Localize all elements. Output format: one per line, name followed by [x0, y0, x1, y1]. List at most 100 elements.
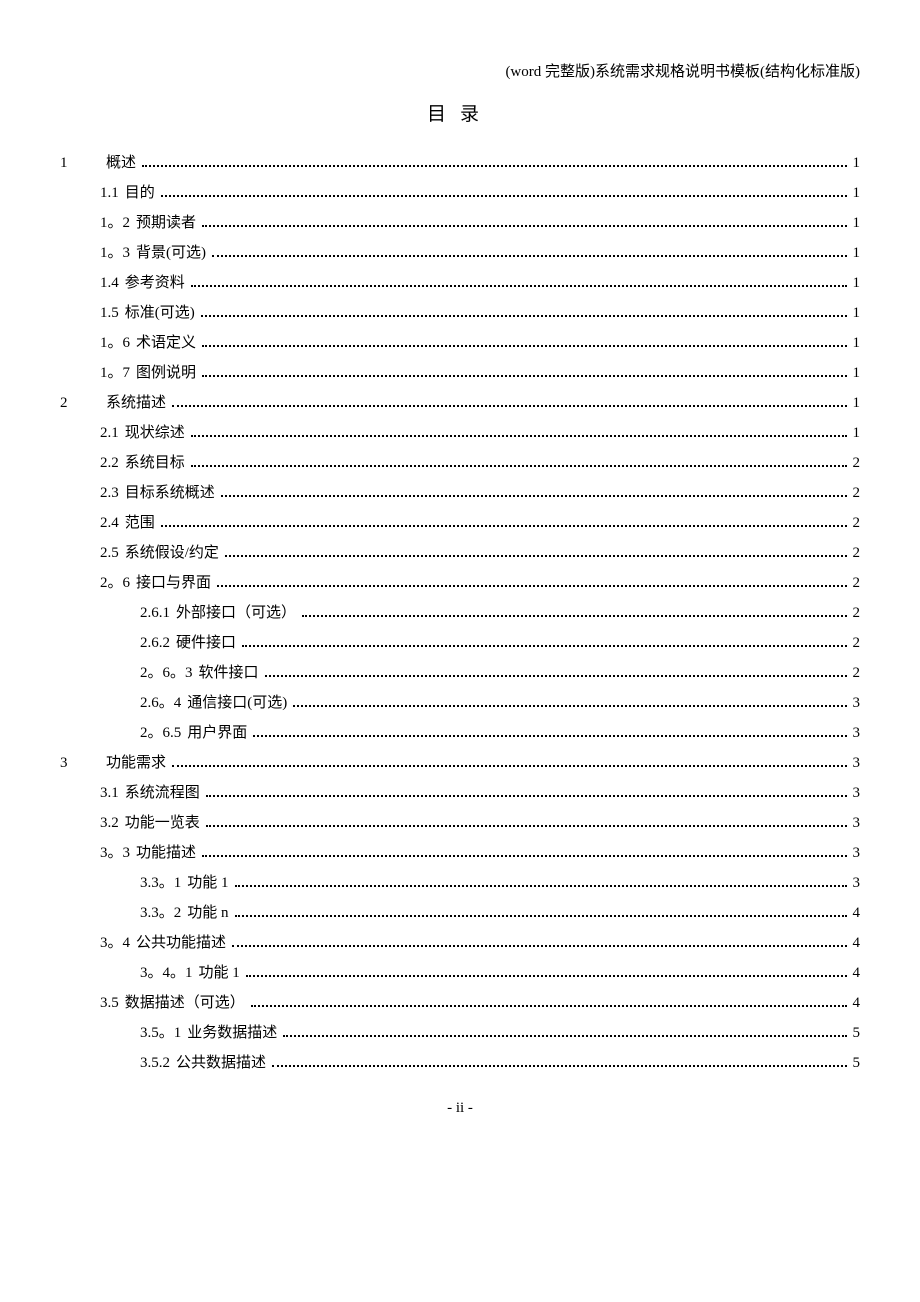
toc-entry-number: 3.1	[100, 778, 119, 808]
toc-entry-number: 2。6。3	[140, 658, 193, 688]
toc-entry-number: 2.5	[100, 538, 119, 568]
toc-entry-page: 1	[853, 298, 861, 328]
toc-entry-number: 2.3	[100, 478, 119, 508]
toc-entry[interactable]: 3.5。1业务数据描述5	[140, 1018, 860, 1048]
toc-leader-dots	[217, 573, 846, 587]
toc-entry-number: 3.2	[100, 808, 119, 838]
toc-entry-number: 3。4。1	[140, 958, 193, 988]
toc-entry-page: 5	[853, 1048, 861, 1078]
toc-entry[interactable]: 3.3。2功能 n4	[140, 898, 860, 928]
toc-entry-number: 1。3	[100, 238, 130, 268]
toc-entry[interactable]: 2.5系统假设/约定2	[100, 538, 860, 568]
toc-entry[interactable]: 3.3。1功能 13	[140, 868, 860, 898]
toc-leader-dots	[161, 183, 847, 197]
toc-entry[interactable]: 2.6.1外部接口（可选）2	[140, 598, 860, 628]
toc-entry-title: 预期读者	[136, 208, 196, 238]
toc-entry[interactable]: 2.3目标系统概述2	[100, 478, 860, 508]
toc-leader-dots	[142, 153, 846, 167]
toc-entry-page: 1	[853, 358, 861, 388]
toc-entry-number: 3.5.2	[140, 1048, 170, 1078]
toc-entry-page: 2	[853, 478, 861, 508]
toc-entry[interactable]: 2.2 系统目标 2	[100, 448, 860, 478]
toc-entry-number: 1	[60, 148, 100, 178]
toc-leader-dots	[191, 453, 847, 467]
toc-entry-page: 5	[853, 1018, 861, 1048]
toc-entry[interactable]: 1概述1	[60, 148, 860, 178]
toc-entry-page: 3	[853, 838, 861, 868]
toc-entry[interactable]: 2.1现状综述1	[100, 418, 860, 448]
toc-leader-dots	[235, 903, 847, 917]
toc-entry[interactable]: 3。4。1功能 1 4	[140, 958, 860, 988]
toc-entry-page: 3	[853, 868, 861, 898]
toc-entry[interactable]: 2。6.5用户界面3	[140, 718, 860, 748]
toc-leader-dots	[253, 723, 846, 737]
toc-entry[interactable]: 2。6接口与界面2	[100, 568, 860, 598]
toc-entry[interactable]: 1.5标准(可选)1	[100, 298, 860, 328]
toc-leader-dots	[202, 333, 846, 347]
toc-entry-title: 功能 n	[187, 898, 228, 928]
toc-entry[interactable]: 2。6。3软件接口2	[140, 658, 860, 688]
toc-entry-page: 1	[853, 148, 861, 178]
toc-entry-number: 2.2	[100, 448, 119, 478]
toc-entry[interactable]: 2系统描述1	[60, 388, 860, 418]
toc-entry[interactable]: 2.6.2硬件接口2	[140, 628, 860, 658]
toc-entry-number: 2.6.1	[140, 598, 170, 628]
toc-entry-page: 4	[853, 958, 861, 988]
toc-entry[interactable]: 1。6术语定义1	[100, 328, 860, 358]
toc-entry-page: 3	[853, 718, 861, 748]
toc-entry[interactable]: 1.4参考资料1	[100, 268, 860, 298]
toc-entry-title: 系统流程图	[125, 778, 200, 808]
toc-entry[interactable]: 3功能需求3	[60, 748, 860, 778]
toc-entry-title: 用户界面	[187, 718, 247, 748]
toc-entry-title: 业务数据描述	[187, 1018, 277, 1048]
toc-entry-number: 3	[60, 748, 100, 778]
toc-entry[interactable]: 3.2功能一览表3	[100, 808, 860, 838]
toc-entry[interactable]: 3.5.2公共数据描述5	[140, 1048, 860, 1078]
toc-entry-title: 软件接口	[199, 658, 259, 688]
toc-entry-title: 硬件接口	[176, 628, 236, 658]
toc-entry-number: 2。6	[100, 568, 130, 598]
toc-entry-number: 3。3	[100, 838, 130, 868]
toc-entry-title: 功能需求	[106, 748, 166, 778]
toc-leader-dots	[251, 993, 847, 1007]
document-header: (word 完整版)系统需求规格说明书模板(结构化标准版)	[60, 60, 860, 81]
toc-entry-title: 功能 1	[199, 958, 240, 988]
toc-entry-page: 3	[853, 808, 861, 838]
toc-leader-dots	[221, 483, 847, 497]
toc-entry-number: 2.6。4	[140, 688, 181, 718]
toc-leader-dots	[235, 873, 847, 887]
toc-entry[interactable]: 1。7图例说明1	[100, 358, 860, 388]
toc-entry[interactable]: 2.4范围2	[100, 508, 860, 538]
toc-entry-number: 3。4	[100, 928, 130, 958]
toc-entry[interactable]: 3.5数据描述（可选）4	[100, 988, 860, 1018]
toc-entry[interactable]: 3。4公共功能描述4	[100, 928, 860, 958]
toc-entry-page: 2	[853, 598, 861, 628]
toc-entry-page: 4	[853, 898, 861, 928]
toc-entry-number: 1。2	[100, 208, 130, 238]
toc-entry-title: 参考资料	[125, 268, 185, 298]
toc-leader-dots	[191, 423, 847, 437]
toc-entry-page: 1	[853, 238, 861, 268]
toc-entry[interactable]: 3.1系统流程图3	[100, 778, 860, 808]
document-page: (word 完整版)系统需求规格说明书模板(结构化标准版) 目录 1概述11.1…	[0, 0, 920, 1157]
toc-entry-page: 2	[853, 538, 861, 568]
toc-leader-dots	[206, 783, 847, 797]
toc-entry[interactable]: 3。3功能描述3	[100, 838, 860, 868]
toc-leader-dots	[272, 1053, 846, 1067]
toc-entry-page: 4	[853, 988, 861, 1018]
toc-entry[interactable]: 1。3背景(可选)1	[100, 238, 860, 268]
toc-entry-page: 2	[853, 448, 861, 478]
toc-entry[interactable]: 1.1目的1	[100, 178, 860, 208]
table-of-contents: 1概述11.1目的11。2预期读者11。3背景(可选)11.4参考资料11.5标…	[60, 148, 860, 1078]
toc-entry-title: 图例说明	[136, 358, 196, 388]
toc-leader-dots	[242, 633, 846, 647]
toc-leader-dots	[232, 933, 846, 947]
toc-entry-page: 2	[853, 628, 861, 658]
toc-entry-page: 3	[853, 688, 861, 718]
toc-entry-page: 1	[853, 268, 861, 298]
toc-entry-page: 2	[853, 568, 861, 598]
toc-entry-title: 系统目标	[125, 448, 185, 478]
toc-entry[interactable]: 2.6。4通信接口(可选)3	[140, 688, 860, 718]
toc-entry-page: 1	[853, 208, 861, 238]
toc-entry[interactable]: 1。2预期读者 1	[100, 208, 860, 238]
